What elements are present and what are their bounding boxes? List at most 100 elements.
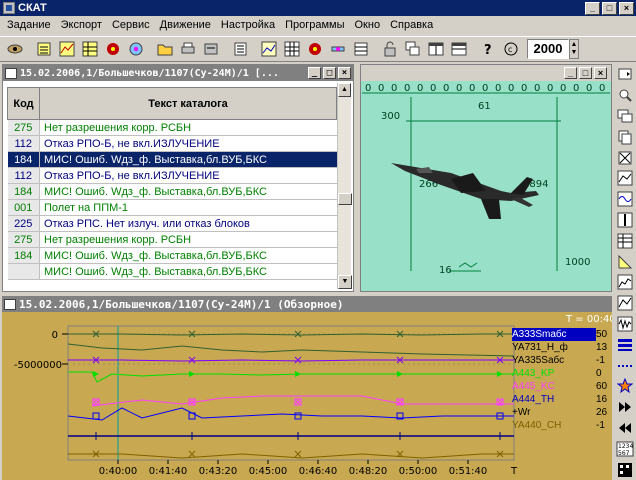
- table-row[interactable]: 001 Полет на ППМ-1: [7, 199, 337, 216]
- legend-item[interactable]: A333Smaбс 50: [512, 328, 612, 341]
- x-tick-label: 0:46:40: [299, 466, 338, 477]
- help-icon[interactable]: ?: [477, 38, 499, 60]
- hud-window: _ □ × 0000000000000000000 61 300 266 189…: [360, 64, 612, 292]
- hud-close-button[interactable]: ×: [594, 67, 607, 79]
- table-row[interactable]: МИС! Ошиб. Wдз_ф. Выставка,бл.ВУБ,БКС: [7, 263, 337, 280]
- table-row[interactable]: 275 Нет разрешения корр. РСБН: [7, 231, 337, 248]
- table-icon[interactable]: [79, 38, 101, 60]
- scroll-down-icon[interactable]: ▼: [338, 275, 352, 289]
- minimize-button[interactable]: _: [585, 1, 600, 15]
- dotted-line-icon[interactable]: [615, 355, 635, 376]
- tile-vertical-icon[interactable]: [425, 38, 447, 60]
- legend-item[interactable]: +Wr 26: [512, 406, 612, 419]
- catalog-close-button[interactable]: ×: [338, 67, 351, 79]
- overview-title: 15.02.2006,1/Большечков/1107(Су-24М)/1 (…: [19, 297, 344, 311]
- row-code: 112: [7, 135, 40, 152]
- table-row[interactable]: 112 Отказ РПО-Б, не вкл.ИЗЛУЧЕНИЕ: [7, 135, 337, 152]
- row-code: 001: [7, 199, 40, 216]
- binary-icon[interactable]: [615, 459, 635, 480]
- legend-item[interactable]: YA731_H_ф 13: [512, 341, 612, 354]
- star-icon[interactable]: [615, 376, 635, 397]
- maximize-button[interactable]: □: [602, 1, 617, 15]
- open-folder-icon[interactable]: [154, 38, 176, 60]
- zoom-input[interactable]: 2000: [527, 39, 569, 59]
- grid-icon[interactable]: [281, 38, 303, 60]
- column-text[interactable]: Текст каталога: [39, 87, 337, 120]
- table-row[interactable]: 225 Отказ РПС. Нет излуч. или отказ блоко…: [7, 215, 337, 232]
- histogram-icon[interactable]: [615, 272, 635, 293]
- legend-item[interactable]: YA440_CH -1: [512, 419, 612, 432]
- table-row[interactable]: 112 Отказ РПО-Б, не вкл.ИЗЛУЧЕНИЕ: [7, 167, 337, 184]
- catalog-maximize-button[interactable]: □: [323, 67, 336, 79]
- stripes-blue-icon[interactable]: [615, 334, 635, 355]
- wave-icon[interactable]: [615, 189, 635, 210]
- windows-icon[interactable]: [615, 106, 635, 127]
- fast-forward-icon[interactable]: [615, 397, 635, 418]
- menu-window[interactable]: Окно: [350, 19, 386, 31]
- hud-minimize-button[interactable]: _: [564, 67, 577, 79]
- export-icon[interactable]: [200, 38, 222, 60]
- list-arrow-icon[interactable]: [229, 38, 251, 60]
- hud-scale-label: 0: [573, 83, 579, 94]
- table-row[interactable]: 184 МИС! Ошиб. Wдз_ф. Выставка,бл.ВУБ,БКС: [7, 247, 337, 264]
- copyright-icon[interactable]: c: [500, 38, 522, 60]
- hud-scale-label: 0: [547, 83, 553, 94]
- legend-item[interactable]: A443_KP 0: [512, 367, 612, 380]
- chart-icon[interactable]: [56, 38, 78, 60]
- scroll-up-icon[interactable]: ▲: [338, 83, 351, 97]
- catalog-minimize-button[interactable]: _: [308, 67, 321, 79]
- line-chart-icon[interactable]: [615, 168, 635, 189]
- graph-icon[interactable]: [258, 38, 280, 60]
- gear-icon[interactable]: [102, 38, 124, 60]
- legend-item[interactable]: A444_TH 16: [512, 393, 612, 406]
- column-code[interactable]: Код: [7, 87, 40, 120]
- target-icon[interactable]: [125, 38, 147, 60]
- hud-maximize-button[interactable]: □: [579, 67, 592, 79]
- hud-altitude-left: 300: [381, 111, 400, 122]
- panel-arrow-icon[interactable]: [615, 64, 635, 85]
- lock-icon[interactable]: [379, 38, 401, 60]
- menu-help[interactable]: Справка: [385, 19, 438, 31]
- zoom-spinner[interactable]: ▲ ▼: [569, 39, 579, 59]
- menu-motion[interactable]: Движение: [155, 19, 216, 31]
- hud-display: 0000000000000000000 61 300 266 1894 16 1…: [362, 83, 610, 276]
- bars-chart-icon[interactable]: [615, 293, 635, 314]
- rewind-icon[interactable]: [615, 418, 635, 439]
- menu-service[interactable]: Сервис: [107, 19, 155, 31]
- copy-icon[interactable]: [615, 126, 635, 147]
- tile-horizontal-icon[interactable]: [448, 38, 470, 60]
- ruler-icon[interactable]: [615, 251, 635, 272]
- cascade-icon[interactable]: [402, 38, 424, 60]
- x-tick-label: 0:43:20: [199, 466, 238, 477]
- catalog-scrollbar[interactable]: ▲ ▼: [337, 83, 352, 289]
- print-icon[interactable]: [177, 38, 199, 60]
- menu-settings[interactable]: Настройка: [216, 19, 280, 31]
- satellite-icon[interactable]: [327, 38, 349, 60]
- app-window: СКАТ _ □ × Задание Экспорт Сервис Движен…: [0, 0, 636, 480]
- panel-icon[interactable]: [350, 38, 372, 60]
- cross-out-icon[interactable]: [615, 147, 635, 168]
- hud-scale-label: 0: [430, 83, 436, 94]
- number-grid-icon[interactable]: 1234 567: [615, 438, 635, 459]
- row-text: Нет разрешения корр. РСБН: [39, 231, 337, 248]
- row-text: МИС! Ошиб. Wдз_ф. Выставка,бл.ВУБ,БКС: [39, 151, 337, 168]
- scroll-thumb[interactable]: [338, 193, 352, 205]
- zoom-icon[interactable]: [615, 85, 635, 106]
- menu-programs[interactable]: Программы: [280, 19, 349, 31]
- menu-task[interactable]: Задание: [2, 19, 56, 31]
- legend-item[interactable]: A445_KC 60: [512, 380, 612, 393]
- table-row[interactable]: 184 МИС! Ошиб. Wдз_ф. Выставка,бл.ВУБ,БКС: [7, 183, 337, 200]
- legend-item[interactable]: YA335Sабс -1: [512, 354, 612, 367]
- table-row[interactable]: 275 Нет разрешения корр. РСБН: [7, 119, 337, 136]
- eye-icon[interactable]: [4, 38, 26, 60]
- record-icon[interactable]: [304, 38, 326, 60]
- hud-scale-label: 0: [560, 83, 566, 94]
- hud-bottom-right: 1000: [565, 257, 590, 268]
- vertical-line-icon[interactable]: [615, 210, 635, 231]
- menu-export[interactable]: Экспорт: [56, 19, 107, 31]
- table-panel-icon[interactable]: [615, 230, 635, 251]
- list-icon[interactable]: [33, 38, 55, 60]
- table-row[interactable]: 184 МИС! Ошиб. Wдз_ф. Выставка,бл.ВУБ,БКС: [7, 151, 337, 168]
- waveform-icon[interactable]: [615, 314, 635, 335]
- close-button[interactable]: ×: [619, 1, 634, 15]
